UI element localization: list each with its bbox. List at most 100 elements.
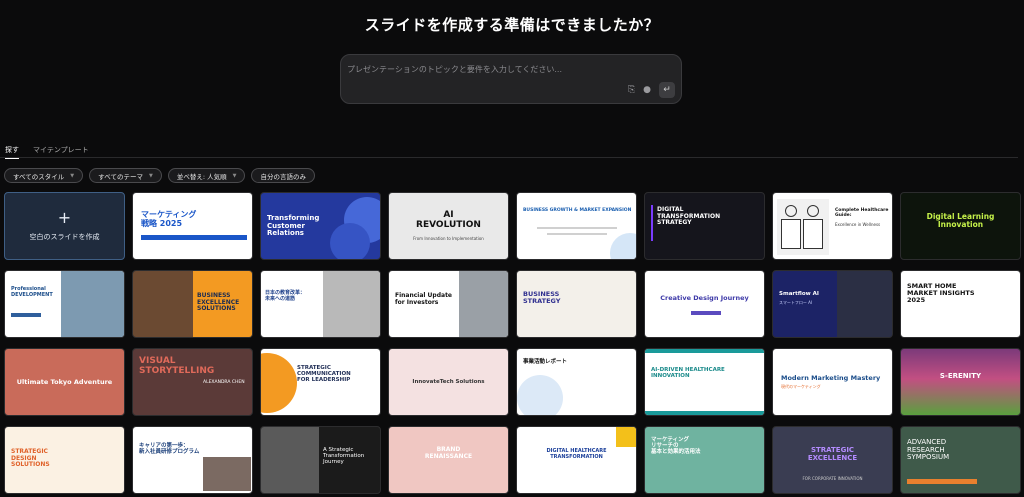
template-card[interactable]: キャリアの第一歩： 新入社員研修プログラム xyxy=(132,426,253,494)
template-title: STRATEGIC DESIGN SOLUTIONS xyxy=(11,448,50,469)
template-title: BUSINESS EXCELLENCE SOLUTIONS xyxy=(197,292,240,313)
sort-filter[interactable]: 並べ替え: 人気順 ▼ xyxy=(167,168,246,183)
template-card[interactable]: Professional DEVELOPMENT xyxy=(4,270,125,338)
template-card[interactable]: BUSINESS EXCELLENCE SOLUTIONS xyxy=(132,270,253,338)
template-card[interactable]: Financial Update for Investors xyxy=(388,270,509,338)
template-title: STRATEGIC EXCELLENCE xyxy=(807,446,858,462)
template-card[interactable]: Modern Marketing Mastery 現代のマーケティング xyxy=(772,348,893,416)
my-language-toggle[interactable]: 自分の言語のみ xyxy=(251,168,315,183)
text-line xyxy=(547,233,607,235)
my-language-label: 自分の言語のみ xyxy=(260,172,306,181)
template-subtitle: FOR CORPORATE INNOVATION xyxy=(802,476,863,481)
template-title: BUSINESS STRATEGY xyxy=(523,290,561,306)
figure-body xyxy=(781,219,801,249)
template-title: Digital Learning Innovation xyxy=(926,212,995,230)
decor-circle xyxy=(330,223,370,259)
template-card[interactable]: A Strategic Transformation Journey xyxy=(260,426,381,494)
template-card[interactable]: Complete Healthcare Guide: Excellence in… xyxy=(772,192,893,260)
chevron-down-icon: ▼ xyxy=(70,172,75,179)
template-card[interactable]: STRATEGIC COMMUNICATION FOR LEADERSHIP xyxy=(260,348,381,416)
chevron-down-icon: ▼ xyxy=(148,172,153,179)
template-subtitle: From Innovation to Implementation xyxy=(413,236,484,241)
template-card[interactable]: BRAND RENAISSANCE xyxy=(388,426,509,494)
template-title: InnovateTech Solutions xyxy=(412,379,485,385)
template-card[interactable]: 日本の教育改革： 未来への道筋 xyxy=(260,270,381,338)
template-title: Financial Update for Investors xyxy=(395,292,453,306)
template-title: SMART HOME MARKET INSIGHTS 2025 xyxy=(907,282,975,305)
robot-image xyxy=(837,271,892,337)
template-card[interactable]: AI-DRIVEN HEALTHCARE INNOVATION xyxy=(644,348,765,416)
style-filter-label: すべてのスタイル xyxy=(13,172,65,181)
template-title: マーケティング リサーチの 基本と効果的活用法 xyxy=(651,437,701,456)
template-title: BUSINESS GROWTH & MARKET EXPANSION xyxy=(523,208,632,213)
accent-bar xyxy=(11,313,41,317)
template-card[interactable]: Transforming Customer Relations xyxy=(260,192,381,260)
theme-filter-label: すべてのテーマ xyxy=(98,172,143,181)
template-title: Professional DEVELOPMENT xyxy=(11,286,53,298)
template-card[interactable]: DIGITAL TRANSFORMATION STRATEGY xyxy=(644,192,765,260)
template-grid: + 空白のスライドを作成 マーケティング 戦略 2025 Transformin… xyxy=(4,192,1021,494)
accent-bar xyxy=(907,479,977,484)
template-card[interactable]: BUSINESS GROWTH & MARKET EXPANSION xyxy=(516,192,637,260)
template-card[interactable]: Digital Learning Innovation xyxy=(900,192,1021,260)
template-title: Creative Design Journey xyxy=(660,294,749,302)
prompt-input[interactable] xyxy=(347,61,667,77)
blank-slide-card[interactable]: + 空白のスライドを作成 xyxy=(4,192,125,260)
template-title: AI REVOLUTION xyxy=(416,210,481,230)
illustration-image xyxy=(777,199,829,255)
text-line xyxy=(537,227,617,229)
template-card[interactable]: マーケティング リサーチの 基本と効果的活用法 xyxy=(644,426,765,494)
template-title: Ultimate Tokyo Adventure xyxy=(16,378,113,386)
template-title: DIGITAL TRANSFORMATION STRATEGY xyxy=(657,206,721,227)
template-card[interactable]: InnovateTech Solutions xyxy=(388,348,509,416)
template-title: Smartflow AI xyxy=(779,291,819,297)
template-gallery-page: スライドを作成する準備はできましたか？ ⎘ ● ↵ 探す マイテンプレート すべ… xyxy=(0,0,1024,497)
template-title: BRAND RENAISSANCE xyxy=(424,446,473,460)
microphone-icon[interactable]: ● xyxy=(643,85,651,95)
building-image xyxy=(459,271,508,337)
template-title: A Strategic Transformation Journey xyxy=(323,447,365,466)
accent-bar xyxy=(651,205,653,241)
footer-bar xyxy=(645,411,764,415)
architecture-image xyxy=(261,427,319,493)
template-card[interactable]: ADVANCED RESEARCH SYMPOSIUM xyxy=(900,426,1021,494)
template-card[interactable]: Smartflow AI スマートフロー AI xyxy=(772,270,893,338)
corner-accent xyxy=(616,427,636,447)
style-filter[interactable]: すべてのスタイル ▼ xyxy=(4,168,84,183)
accent-bar xyxy=(645,349,764,353)
theme-filter[interactable]: すべてのテーマ ▼ xyxy=(89,168,162,183)
chevron-down-icon: ▼ xyxy=(232,172,237,179)
template-card[interactable]: BUSINESS STRATEGY xyxy=(516,270,637,338)
page-title: スライドを作成する準備はできましたか？ xyxy=(364,16,660,34)
template-card[interactable]: マーケティング 戦略 2025 xyxy=(132,192,253,260)
template-card[interactable]: Ultimate Tokyo Adventure xyxy=(4,348,125,416)
sort-filter-label: 並べ替え: 人気順 xyxy=(176,172,227,181)
accent-bar xyxy=(691,311,721,315)
template-card[interactable]: STRATEGIC EXCELLENCE FOR CORPORATE INNOV… xyxy=(772,426,893,494)
blank-slide-label: 空白のスライドを作成 xyxy=(29,233,100,241)
attachment-icon[interactable]: ⎘ xyxy=(628,85,635,95)
template-title: STRATEGIC COMMUNICATION FOR LEADERSHIP xyxy=(297,365,351,384)
figure-head xyxy=(807,205,819,217)
send-button[interactable]: ↵ xyxy=(659,82,675,98)
template-card[interactable]: STRATEGIC DESIGN SOLUTIONS xyxy=(4,426,125,494)
template-card[interactable]: S-ERENITY xyxy=(900,348,1021,416)
template-card[interactable]: AI REVOLUTION From Innovation to Impleme… xyxy=(388,192,509,260)
template-card[interactable]: Creative Design Journey xyxy=(644,270,765,338)
template-card[interactable]: DIGITAL HEALTHCARE TRANSFORMATION xyxy=(516,426,637,494)
template-card[interactable]: VISUAL STORYTELLING ALEXANDRA CHEN xyxy=(132,348,253,416)
template-card[interactable]: 事業活動レポート xyxy=(516,348,637,416)
template-title: VISUAL STORYTELLING xyxy=(139,356,215,376)
decor-circle xyxy=(517,375,563,415)
template-title: Transforming Customer Relations xyxy=(267,214,320,238)
template-title: Modern Marketing Mastery xyxy=(781,374,881,382)
template-card[interactable]: SMART HOME MARKET INSIGHTS 2025 xyxy=(900,270,1021,338)
decor-circle xyxy=(261,353,297,413)
template-title: S-ERENITY xyxy=(939,372,982,380)
figure-body xyxy=(803,219,823,249)
photo-image xyxy=(61,271,124,337)
template-title: キャリアの第一歩： 新入社員研修プログラム xyxy=(139,443,200,456)
prompt-box[interactable]: ⎘ ● ↵ xyxy=(340,54,682,104)
template-title: 事業活動レポート xyxy=(523,359,568,365)
decor-circle xyxy=(610,233,636,259)
